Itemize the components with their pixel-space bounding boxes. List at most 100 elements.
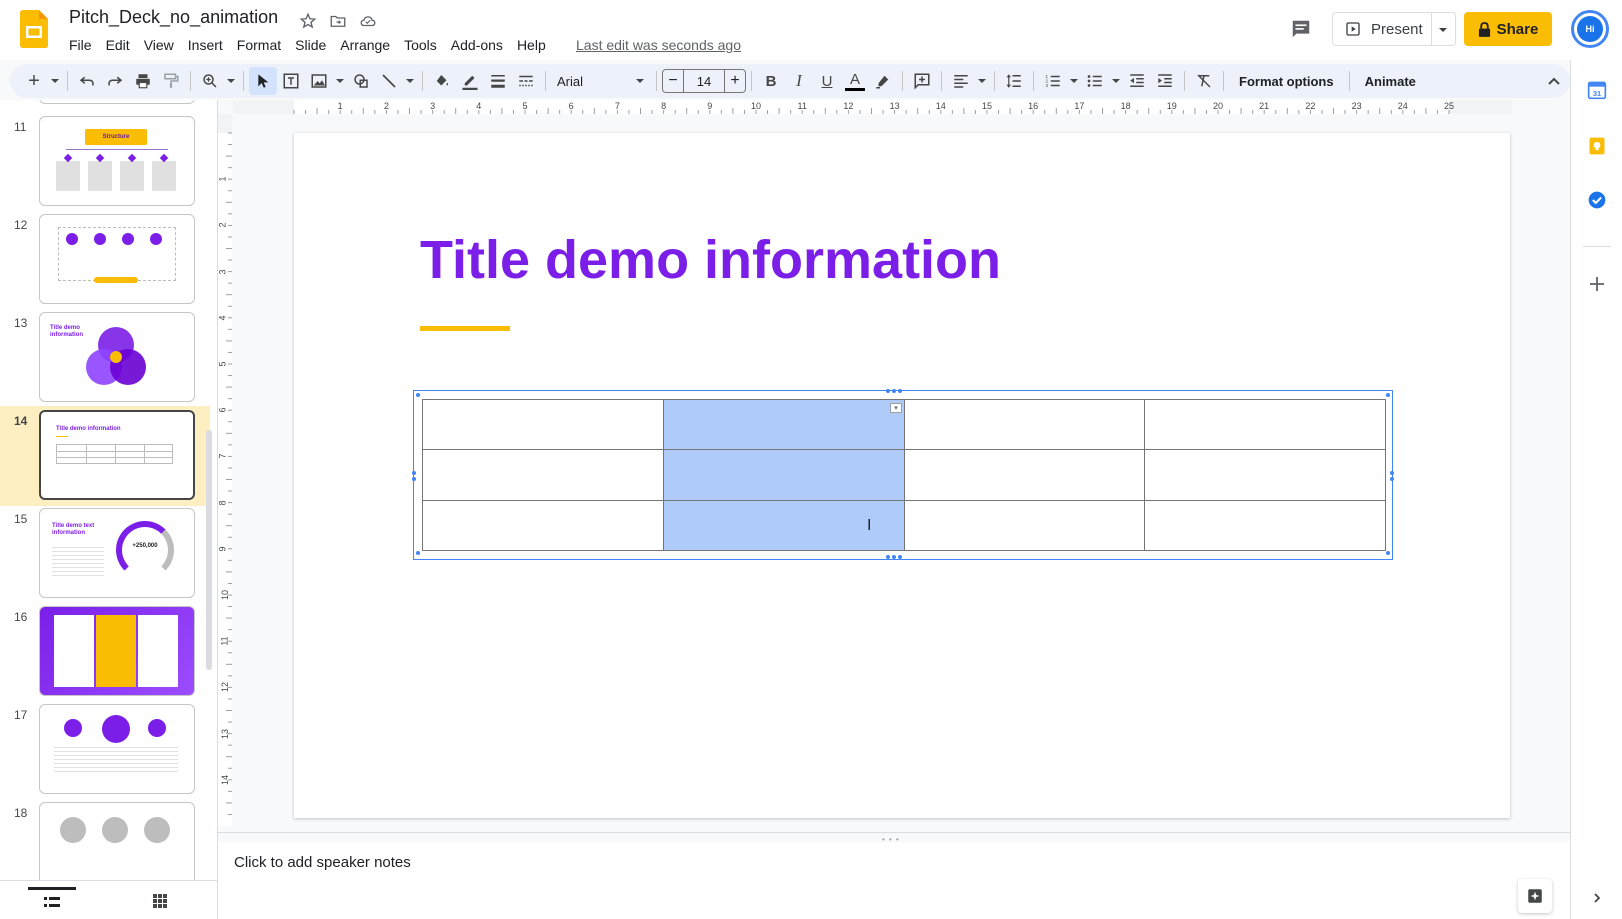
bold-icon[interactable]: B — [757, 67, 785, 95]
zoom-chevron-down-icon[interactable] — [224, 67, 238, 95]
font-family-select[interactable]: Arial — [551, 67, 651, 95]
slide-item-12[interactable]: 12 — [0, 210, 210, 310]
account-avatar[interactable]: Hi — [1571, 10, 1609, 48]
slide-item-11[interactable]: 11 Structure — [0, 112, 210, 212]
image-chevron-down-icon[interactable] — [333, 67, 347, 95]
format-options-button[interactable]: Format options — [1229, 74, 1344, 89]
filmstrip-grid-view-icon[interactable] — [136, 887, 184, 915]
menu-help[interactable]: Help — [510, 35, 553, 55]
menu-edit[interactable]: Edit — [99, 35, 137, 55]
undo-icon[interactable] — [73, 67, 101, 95]
numbered-list-icon[interactable]: 123 — [1039, 67, 1067, 95]
zoom-icon[interactable] — [196, 67, 224, 95]
italic-icon[interactable]: I — [785, 67, 813, 95]
slides-logo-icon[interactable] — [20, 10, 48, 48]
line-spacing-icon[interactable] — [1000, 67, 1028, 95]
border-weight-icon[interactable] — [484, 67, 512, 95]
increase-font-size-plus-icon[interactable]: + — [724, 69, 746, 93]
menu-file[interactable]: File — [62, 35, 99, 55]
table-cell[interactable] — [422, 449, 664, 501]
insert-image-icon[interactable] — [305, 67, 333, 95]
move-folder-icon[interactable] — [327, 10, 349, 32]
resize-handle-top[interactable] — [892, 389, 896, 393]
tasks-icon[interactable] — [1585, 188, 1609, 212]
slide-title[interactable]: Title demo information — [420, 229, 1001, 291]
new-slide-plus-icon[interactable]: + — [20, 67, 48, 95]
filmstrip-list-view-icon[interactable] — [28, 887, 76, 915]
redo-icon[interactable] — [101, 67, 129, 95]
bulleted-list-chevron-down-icon[interactable] — [1109, 67, 1123, 95]
menu-view[interactable]: View — [137, 35, 181, 55]
animate-button[interactable]: Animate — [1355, 74, 1426, 89]
border-dash-icon[interactable] — [512, 67, 540, 95]
border-color-icon[interactable] — [456, 67, 484, 95]
print-icon[interactable] — [129, 67, 157, 95]
table-cell-selected[interactable] — [662, 449, 905, 501]
select-cursor-icon[interactable] — [249, 67, 277, 95]
underline-icon[interactable]: U — [813, 67, 841, 95]
slide-thumbnail[interactable]: Structure — [39, 116, 195, 206]
highlight-color-icon[interactable] — [869, 67, 897, 95]
current-slide[interactable]: Title demo information ▾ I — [294, 133, 1510, 818]
keep-icon[interactable] — [1585, 134, 1609, 158]
table-cell[interactable] — [422, 398, 664, 451]
add-addon-plus-icon[interactable] — [1585, 272, 1609, 296]
slide-thumbnail[interactable] — [39, 802, 195, 892]
slide-thumbnail[interactable]: Title demo text information +250,000 — [39, 508, 195, 598]
notes-resize-handle[interactable]: • • • — [218, 832, 1570, 844]
table-cell[interactable] — [1144, 398, 1386, 451]
speaker-notes[interactable]: Click to add speaker notes — [218, 842, 1570, 919]
bulleted-list-icon[interactable] — [1081, 67, 1109, 95]
present-button[interactable]: Present — [1332, 12, 1456, 46]
resize-handle-bottom-right[interactable] — [1386, 551, 1390, 555]
resize-handle-top-left[interactable] — [416, 393, 420, 397]
menu-format[interactable]: Format — [230, 35, 288, 55]
share-button[interactable]: Share — [1464, 12, 1552, 46]
expand-panel-chevron-right-icon[interactable] — [1585, 886, 1609, 910]
resize-handle-top-right[interactable] — [1386, 393, 1390, 397]
menu-add-ons[interactable]: Add-ons — [444, 35, 510, 55]
increase-indent-icon[interactable] — [1151, 67, 1179, 95]
slide-item-13[interactable]: 13 Title demo information — [0, 308, 210, 408]
table-cell[interactable] — [1144, 449, 1386, 501]
menu-insert[interactable]: Insert — [181, 35, 230, 55]
decrease-indent-icon[interactable] — [1123, 67, 1151, 95]
menu-slide[interactable]: Slide — [288, 35, 333, 55]
resize-handle-left[interactable] — [412, 477, 416, 481]
slide-item-17[interactable]: 17 — [0, 700, 210, 800]
paint-format-icon[interactable] — [157, 67, 185, 95]
cell-menu-chevron-down-icon[interactable]: ▾ — [890, 403, 902, 413]
text-box-icon[interactable] — [277, 67, 305, 95]
collapse-toolbar-chevron-up-icon[interactable] — [1540, 67, 1568, 95]
resize-handle-left[interactable] — [412, 471, 416, 475]
comments-icon[interactable] — [1286, 15, 1316, 43]
document-title[interactable]: Pitch_Deck_no_animation — [69, 7, 278, 28]
slide-item-15[interactable]: 15 Title demo text information +250,000 — [0, 504, 210, 604]
table-cell[interactable] — [903, 499, 1146, 552]
slide-thumbnail[interactable] — [39, 606, 195, 696]
slide-table[interactable] — [422, 398, 1386, 552]
table-cell[interactable] — [903, 398, 1146, 451]
shape-icon[interactable] — [347, 67, 375, 95]
horizontal-ruler[interactable]: 1 2 3 4 5 6 7 8 9 10 11 12 13 14 15 16 17 18 19 20 21 22 23 24 2… — [233, 100, 1512, 114]
line-chevron-down-icon[interactable] — [403, 67, 417, 95]
new-slide-layout-chevron-down-icon[interactable] — [48, 67, 62, 95]
slide-item-14[interactable]: 14 Title demo information — [0, 406, 210, 506]
slide-thumbnail-active[interactable]: Title demo information — [39, 410, 195, 500]
table-cell-selected[interactable] — [662, 398, 905, 451]
table-cell[interactable] — [422, 499, 664, 552]
table-cell[interactable] — [903, 449, 1146, 501]
clear-formatting-icon[interactable] — [1190, 67, 1218, 95]
vertical-ruler[interactable]: 1 2 3 4 5 6 7 8 9 10 11 12 13 14 — [218, 114, 232, 826]
slide-thumbnail[interactable] — [39, 214, 195, 304]
align-chevron-down-icon[interactable] — [975, 67, 989, 95]
resize-handle-bottom[interactable] — [886, 555, 890, 559]
resize-handle-bottom-left[interactable] — [416, 551, 420, 555]
numbered-list-chevron-down-icon[interactable] — [1067, 67, 1081, 95]
resize-handle-bottom[interactable] — [892, 555, 896, 559]
table-selection-frame[interactable]: ▾ I — [412, 389, 1394, 560]
explore-button[interactable] — [1518, 879, 1552, 913]
filmstrip-scrollbar[interactable] — [206, 430, 212, 670]
title-accent-bar[interactable] — [420, 326, 510, 331]
text-color-icon[interactable]: A — [841, 67, 869, 95]
